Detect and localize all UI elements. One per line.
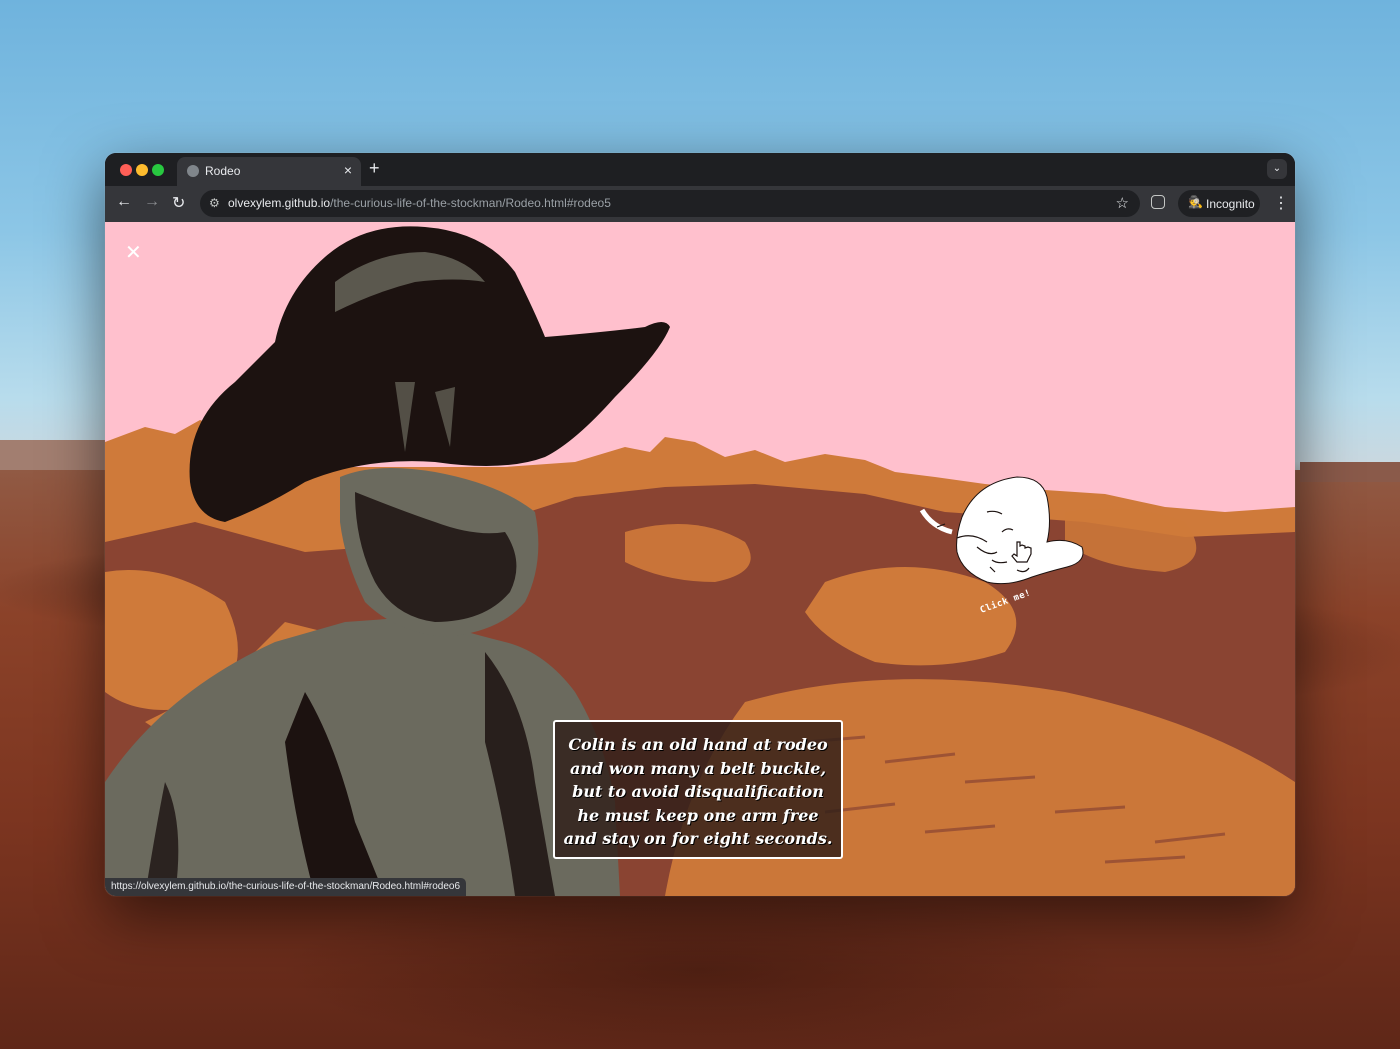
back-arrow-icon[interactable]: ← — [116, 193, 132, 211]
incognito-icon: 🕵 — [1188, 195, 1203, 209]
hat-click-button[interactable]: Click me! — [917, 472, 1092, 632]
page-viewport: ✕ Click me! Colin is an old hand at rode… — [105, 222, 1295, 896]
close-window-button[interactable] — [120, 164, 132, 176]
cowboy-hat-sketch — [919, 476, 1084, 585]
toolbar: ← → ↻ ⚙ olvexylem.github.io/the-curious-… — [105, 186, 1295, 222]
maximize-window-button[interactable] — [152, 164, 164, 176]
tab-strip: Rodeo × + ⌄ — [105, 153, 1295, 186]
browser-window: Rodeo × + ⌄ ← → ↻ ⚙ olvexylem.github.io/… — [105, 153, 1295, 896]
incognito-badge[interactable]: 🕵 Incognito — [1178, 190, 1260, 217]
tab-close-icon[interactable]: × — [344, 162, 352, 178]
url-host: olvexylem.github.io — [228, 196, 331, 210]
mesa-left — [0, 440, 105, 470]
tab-title: Rodeo — [205, 164, 241, 178]
incognito-label: Incognito — [1206, 197, 1255, 211]
site-settings-icon[interactable]: ⚙ — [209, 196, 220, 210]
mesa-right — [1300, 462, 1400, 482]
globe-icon — [187, 165, 199, 177]
new-tab-button[interactable]: + — [369, 158, 380, 179]
extension-icon[interactable] — [1151, 195, 1165, 209]
star-icon[interactable]: ☆ — [1116, 194, 1129, 212]
tab-search-button[interactable]: ⌄ — [1267, 159, 1287, 179]
address-bar[interactable]: ⚙ olvexylem.github.io/the-curious-life-o… — [200, 190, 1140, 217]
story-caption: Colin is an old hand at rodeo and won ma… — [553, 720, 843, 859]
url-text[interactable]: olvexylem.github.io/the-curious-life-of-… — [228, 196, 611, 210]
close-icon[interactable]: ✕ — [125, 240, 142, 265]
minimize-window-button[interactable] — [136, 164, 148, 176]
more-menu-icon[interactable]: ⋮ — [1273, 193, 1289, 213]
tab-rodeo[interactable]: Rodeo × — [177, 157, 361, 186]
url-path: /the-curious-life-of-the-stockman/Rodeo.… — [330, 196, 611, 210]
reload-icon[interactable]: ↻ — [172, 193, 185, 213]
forward-arrow-icon[interactable]: → — [144, 193, 160, 211]
status-bar-url: https://olvexylem.github.io/the-curious-… — [105, 878, 467, 896]
